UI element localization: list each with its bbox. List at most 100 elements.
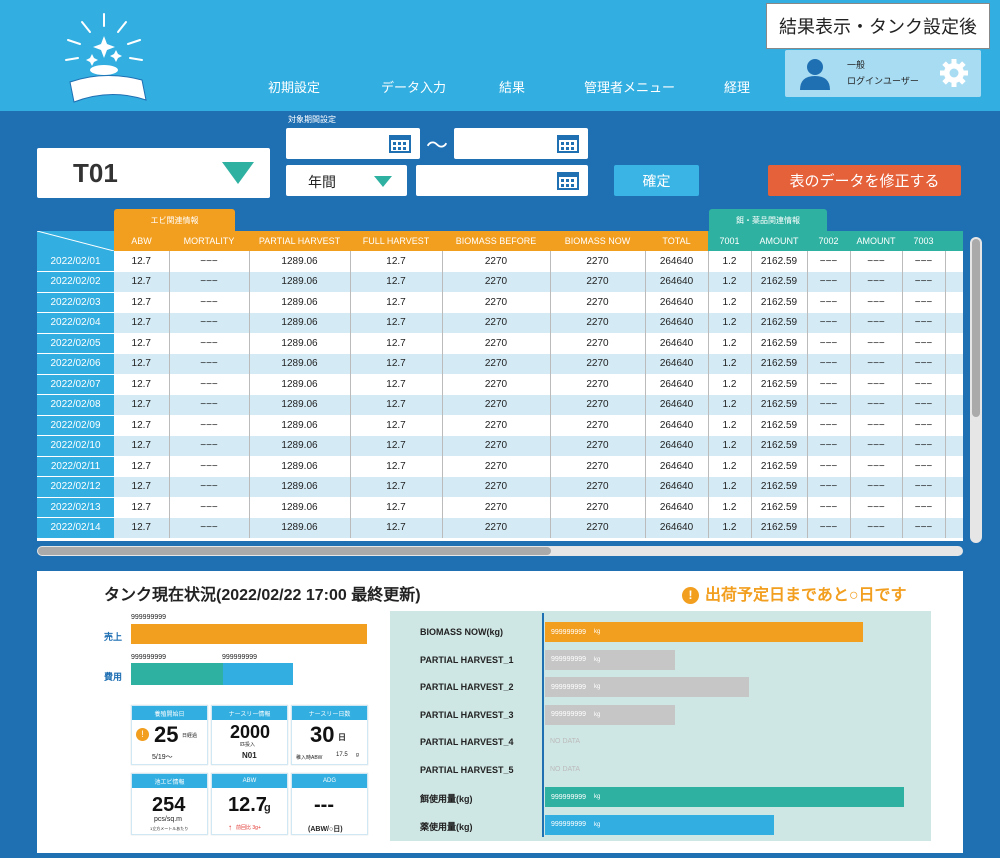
calendar-icon[interactable]: [557, 133, 579, 153]
table-cell: 1289.06: [249, 374, 351, 395]
table-cell: 2270: [550, 394, 646, 415]
table-row[interactable]: 2022/02/06 12.7 −−− 1289.06 12.7 2270 2270 2646…: [37, 353, 963, 375]
row-date: 2022/02/13: [37, 497, 114, 518]
table-row[interactable]: 2022/02/02 12.7 −−− 1289.06 12.7 2270 2270 2646…: [37, 271, 963, 293]
bar-label: PARTIAL HARVEST_1: [420, 654, 514, 665]
warning-icon: !: [136, 728, 149, 741]
bar-unit: kg: [594, 794, 601, 800]
nav-initial-settings[interactable]: 初期設定: [268, 77, 320, 96]
card-title: ABW: [212, 774, 287, 788]
calendar-icon[interactable]: [389, 133, 411, 153]
status-title: タンク現在状況(2022/02/22 17:00 最終更新): [104, 587, 421, 604]
bar-no-data: NO DATA: [550, 738, 581, 745]
nav-results[interactable]: 結果: [499, 77, 525, 96]
table-cell: 1289.06: [249, 292, 351, 313]
table-cell: 2162.59: [751, 374, 808, 395]
horizontal-scrollbar[interactable]: [37, 546, 963, 556]
period-type-value: 年間: [308, 174, 336, 190]
shipping-notice-text: 出荷予定日まであと○日です: [705, 587, 907, 604]
table-cell: −−−: [850, 271, 903, 292]
end-date-input[interactable]: [454, 128, 588, 159]
nav-admin-menu[interactable]: 管理者メニュー: [584, 77, 675, 96]
bar-value: 999999999: [551, 821, 587, 828]
table-cell: −−−: [902, 374, 946, 395]
table-cell: 2270: [550, 292, 646, 313]
table-row[interactable]: 2022/02/05 12.7 −−− 1289.06 12.7 2270 2270 2646…: [37, 333, 963, 354]
app-logo: [60, 12, 160, 107]
table-row[interactable]: 2022/02/07 12.7 −−− 1289.06 12.7 2270 2270 2646…: [37, 374, 963, 395]
table-cell: 2270: [550, 333, 646, 354]
bar-value: 999999999: [551, 683, 587, 691]
table-row[interactable]: 2022/02/09 12.7 −−− 1289.06 12.7 2270 2270 2646…: [37, 415, 963, 436]
vertical-scrollbar[interactable]: [970, 237, 982, 543]
vertical-scroll-thumb[interactable]: [972, 239, 980, 417]
nav-accounting[interactable]: 経理: [724, 77, 750, 96]
gear-icon[interactable]: [939, 58, 969, 88]
table-row[interactable]: 2022/02/13 12.7 −−− 1289.06 12.7 2270 2270 2646…: [37, 497, 963, 518]
table-cell: 12.7: [350, 456, 443, 477]
table-cell: 264640: [645, 456, 709, 477]
horizontal-scroll-thumb[interactable]: [38, 547, 551, 555]
table-cell: 12.7: [350, 333, 443, 354]
confirm-button[interactable]: 確定: [614, 165, 699, 196]
table-cell: 1289.06: [249, 333, 351, 354]
tab-feed-info[interactable]: 餌・薬品関連情報: [709, 209, 827, 231]
table-row[interactable]: 2022/02/12 12.7 −−− 1289.06 12.7 2270 2270 2646…: [37, 476, 963, 498]
table-row[interactable]: 2022/02/08 12.7 −−− 1289.06 12.7 2270 2270 2646…: [37, 394, 963, 416]
table-row[interactable]: 2022/02/04 12.7 −−− 1289.06 12.7 2270 2270 2646…: [37, 312, 963, 334]
top-header: 初期設定 データ入力 結果 管理者メニュー 経理 結果表示・タンク設定後 一般 …: [0, 0, 1000, 111]
table-cell: −−−: [850, 435, 903, 456]
table-cell: −−−: [902, 312, 946, 333]
table-cell: −−−: [807, 374, 851, 395]
table-cell: −−−: [902, 415, 946, 436]
card-abw: ABW 12.7 g ↑ 前回比 3g+: [211, 773, 288, 835]
table-cell: −−−: [850, 333, 903, 354]
column-header: AMOUNT: [751, 231, 807, 251]
table-cell: 264640: [645, 353, 709, 374]
card-value: 12.7: [228, 794, 267, 816]
row-date: 2022/02/09: [37, 415, 114, 436]
table-cell: 1.2: [708, 333, 752, 354]
table-row[interactable]: 2022/02/14 12.7 −−− 1289.06 12.7 2270 2270 2646…: [37, 517, 963, 539]
table-row[interactable]: 2022/02/03 12.7 −−− 1289.06 12.7 2270 2270 2646…: [37, 292, 963, 313]
table-cell: 2162.59: [751, 312, 808, 333]
card-sub-value: 17.5: [336, 752, 348, 758]
screen-title: 結果表示・タンク設定後: [766, 3, 990, 49]
table-cell: 12.7: [350, 251, 443, 272]
table-cell: 12.7: [114, 312, 170, 333]
period-date-input[interactable]: [416, 165, 588, 196]
table-cell: −−−: [169, 435, 250, 456]
table-row[interactable]: 2022/02/01 12.7 −−− 1289.06 12.7 2270 2270 2646…: [37, 251, 963, 272]
cost-value-b: 999999999: [222, 654, 258, 661]
table-cell: −−−: [902, 456, 946, 477]
period-type-select[interactable]: 年間: [286, 165, 407, 196]
table-cell: 264640: [645, 435, 709, 456]
table-cell: 2270: [442, 497, 551, 518]
table-cell: 2162.59: [751, 394, 808, 415]
table-cell: 264640: [645, 415, 709, 436]
calendar-icon[interactable]: [557, 170, 579, 190]
start-date-input[interactable]: [286, 128, 420, 159]
card-value: 2000: [230, 722, 271, 742]
edit-table-button[interactable]: 表のデータを修正する: [768, 165, 961, 196]
table-row[interactable]: 2022/02/11 12.7 −−− 1289.06 12.7 2270 2270 2646…: [37, 456, 963, 477]
column-header: MORTALITY: [169, 231, 249, 251]
table-cell: −−−: [807, 476, 851, 497]
table-cell: 12.7: [114, 374, 170, 395]
tab-shrimp-info[interactable]: エビ関連情報: [114, 209, 235, 231]
row-date: 2022/02/12: [37, 476, 114, 498]
bar-value: 999999999: [551, 793, 587, 801]
table-cell: −−−: [169, 476, 250, 497]
table-cell: 12.7: [350, 476, 443, 497]
table-cell: 264640: [645, 251, 709, 272]
table-cell: 12.7: [114, 476, 170, 497]
table-cell: 2270: [550, 353, 646, 374]
table-cell: −−−: [169, 394, 250, 415]
nav-data-entry[interactable]: データ入力: [381, 77, 446, 96]
tank-select[interactable]: T01: [37, 148, 270, 198]
sales-bar: [131, 624, 367, 644]
table-cell: 12.7: [114, 435, 170, 456]
table-cell: −−−: [850, 476, 903, 497]
table-row[interactable]: 2022/02/10 12.7 −−− 1289.06 12.7 2270 2270 2646…: [37, 435, 963, 457]
user-icon: [800, 59, 830, 90]
